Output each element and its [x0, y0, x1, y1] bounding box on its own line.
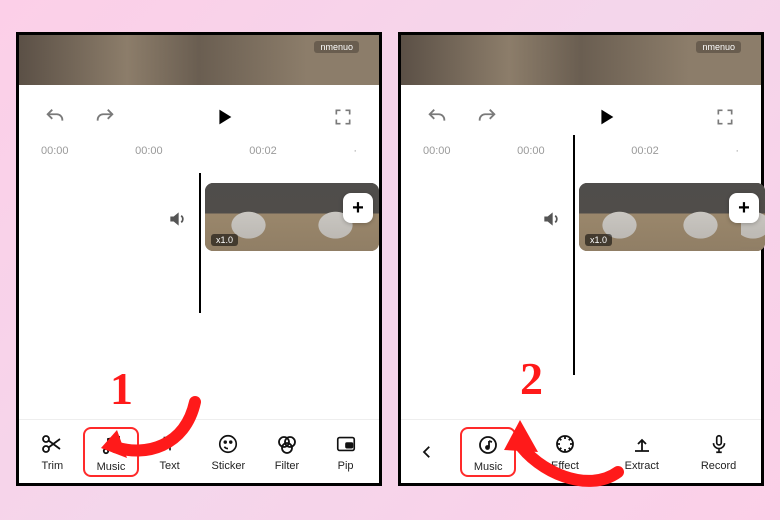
tool-music[interactable]: Music: [83, 427, 139, 477]
effect-icon: [553, 432, 577, 456]
sticker-icon: [217, 432, 239, 456]
tool-label: Text: [160, 460, 180, 472]
volume-icon[interactable]: [167, 209, 187, 234]
timecode-mid: 00:00: [517, 145, 545, 157]
timecode-start: 00:00: [41, 145, 69, 157]
undo-button[interactable]: [41, 103, 69, 131]
annotation-number-1: 1: [110, 362, 133, 415]
text-icon: [159, 432, 181, 456]
tool-label: Pip: [338, 460, 354, 472]
redo-button[interactable]: [473, 103, 501, 131]
playback-controls: [19, 85, 379, 141]
tool-label: Sticker: [211, 460, 245, 472]
timecode-end: 00:02: [249, 145, 277, 157]
tool-label: Music: [474, 461, 503, 473]
tool-sticker[interactable]: Sticker: [200, 432, 256, 472]
tool-label: Trim: [42, 460, 64, 472]
playhead[interactable]: [199, 173, 201, 313]
back-button[interactable]: [415, 440, 439, 464]
speed-badge: x1.0: [585, 234, 612, 246]
extract-icon: [630, 432, 654, 456]
video-preview[interactable]: nmenuo: [401, 35, 761, 85]
pip-icon: [334, 432, 358, 456]
timecode-mid: 00:00: [135, 145, 163, 157]
timecode-row: 00:00 00:00 00:02 ·: [19, 141, 379, 163]
panel-step-2: nmenuo 00:00 00:00 00:02 · x1.0: [398, 32, 764, 486]
add-clip-button[interactable]: +: [729, 193, 759, 223]
tool-label: Record: [701, 460, 736, 472]
music-note-icon: [476, 433, 500, 457]
undo-button[interactable]: [423, 103, 451, 131]
tool-label: Filter: [275, 460, 299, 472]
tool-label: Effect: [551, 460, 579, 472]
redo-button[interactable]: [91, 103, 119, 131]
tool-text[interactable]: Text: [142, 432, 198, 472]
fullscreen-button[interactable]: [329, 103, 357, 131]
tool-music[interactable]: Music: [460, 427, 516, 477]
tool-label: Music: [97, 461, 126, 473]
timecode-end: 00:02: [631, 145, 659, 157]
fullscreen-button[interactable]: [711, 103, 739, 131]
bottom-toolbar: Music Effect Extract Record: [401, 419, 761, 483]
watermark-tag: nmenuo: [696, 41, 741, 53]
annotation-number-2: 2: [520, 352, 543, 405]
tool-extract[interactable]: Extract: [614, 432, 670, 472]
microphone-icon: [708, 432, 730, 456]
panel-step-1: nmenuo 00:00 00:00 00:02 · x1.0: [16, 32, 382, 486]
filter-icon: [275, 432, 299, 456]
playhead[interactable]: [573, 135, 575, 375]
chevron-left-icon: [418, 440, 436, 464]
add-clip-button[interactable]: +: [343, 193, 373, 223]
play-button[interactable]: [592, 103, 620, 131]
speed-badge: x1.0: [211, 234, 238, 246]
watermark-tag: nmenuo: [314, 41, 359, 53]
tool-record[interactable]: Record: [691, 432, 747, 472]
tool-trim[interactable]: Trim: [24, 432, 80, 472]
scissors-icon: [40, 432, 64, 456]
timecode-start: 00:00: [423, 145, 451, 157]
bottom-toolbar: Trim Music Text Sticker Filter: [19, 419, 379, 483]
tool-label: Extract: [625, 460, 659, 472]
video-preview[interactable]: nmenuo: [19, 35, 379, 85]
tool-effect[interactable]: Effect: [537, 432, 593, 472]
tool-pip[interactable]: Pip: [318, 432, 374, 472]
tool-filter[interactable]: Filter: [259, 432, 315, 472]
timeline[interactable]: x1.0 +: [401, 173, 761, 313]
volume-icon[interactable]: [541, 209, 561, 234]
music-icon: [99, 433, 123, 457]
timecode-row: 00:00 00:00 00:02 ·: [401, 141, 761, 163]
timeline[interactable]: x1.0 +: [19, 173, 379, 313]
playback-controls: [401, 85, 761, 141]
play-button[interactable]: [210, 103, 238, 131]
